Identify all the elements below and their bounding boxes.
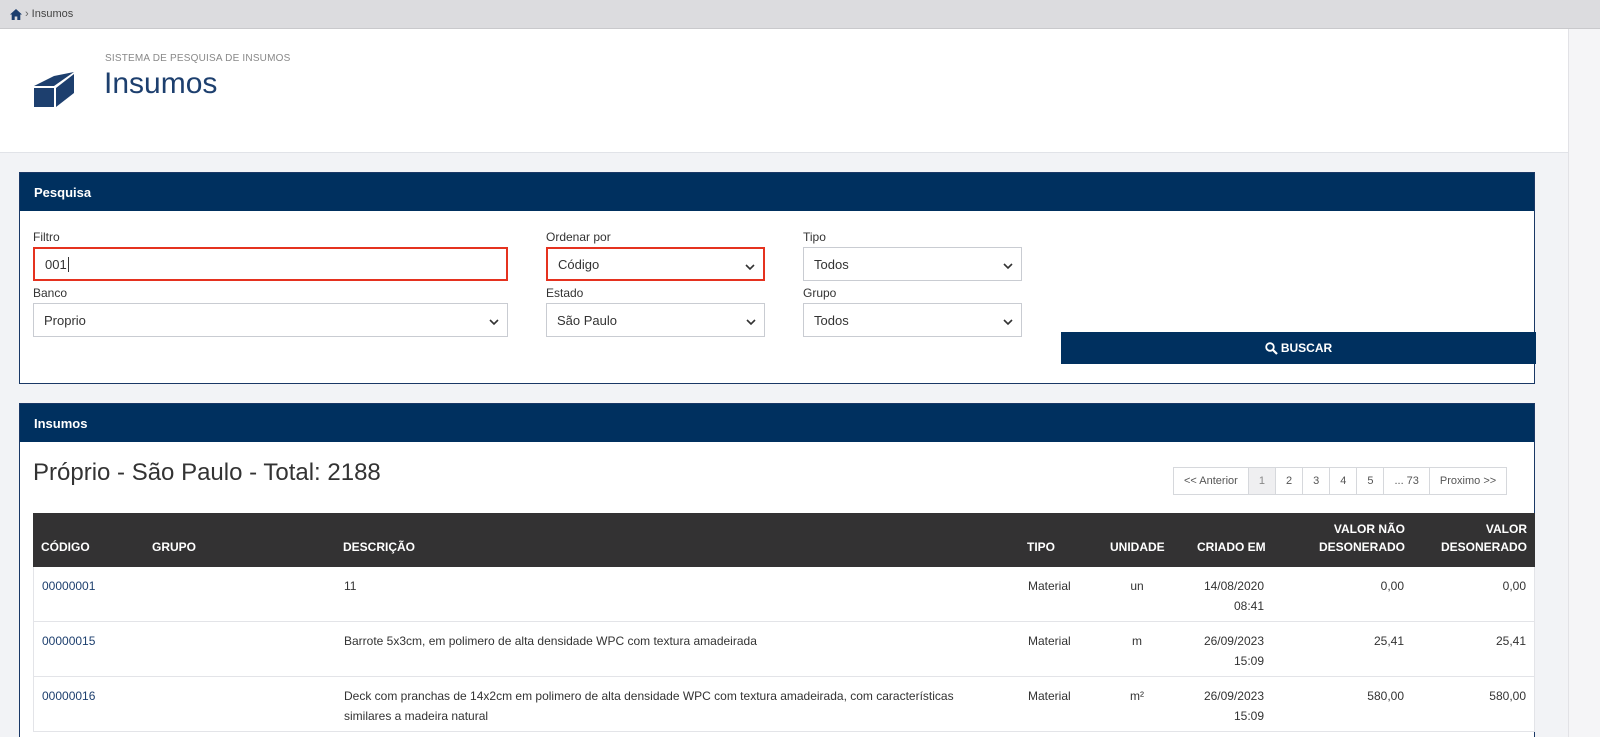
col-codigo[interactable]: CÓDIGO [41, 538, 90, 556]
banco-label: Banco [33, 286, 68, 300]
row-criado-data: 26/09/2023 [1203, 689, 1264, 703]
text-caret [67, 256, 69, 272]
page-3[interactable]: 3 [1302, 468, 1329, 494]
row-valor-desonerado: 0,00 [1502, 579, 1526, 593]
page-header: SISTEMA DE PESQUISA DE INSUMOS Insumos [0, 29, 1568, 153]
row-valor-desonerado: 580,00 [1489, 689, 1526, 703]
filtro-input[interactable]: 001 [33, 247, 508, 281]
ordenar-select[interactable]: Código [546, 247, 765, 281]
ordenar-label: Ordenar por [546, 230, 611, 244]
search-panel: Pesquisa Filtro 001 Ordenar por Código T… [19, 172, 1536, 384]
results-panel-title: Insumos [20, 404, 1534, 442]
filtro-value: 001 [45, 256, 67, 272]
grupo-select[interactable]: Todos [803, 303, 1022, 337]
col-grupo[interactable]: GRUPO [152, 538, 196, 556]
row-codigo[interactable]: 00000001 [42, 576, 95, 596]
chevron-down-icon [1003, 259, 1013, 270]
row-criado-hora: 08:41 [1233, 599, 1264, 613]
row-descricao: Deck com pranchas de 14x2cm em polimero … [344, 689, 954, 723]
row-tipo: Material [1028, 579, 1071, 593]
col-descricao[interactable]: DESCRIÇÃO [343, 538, 415, 556]
table-row: 00000001 11 Material un 14/08/2020 08:41 … [33, 567, 1535, 622]
chevron-down-icon [745, 260, 755, 271]
page-scrollbar[interactable] [1568, 29, 1600, 737]
row-criado-hora: 15:09 [1233, 709, 1264, 723]
table-row: 00000016 Deck com pranchas de 14x2cm em … [33, 677, 1535, 732]
chevron-down-icon [746, 315, 756, 326]
col-valor-nao-desonerado[interactable]: VALOR NÃO DESONERADO [1295, 520, 1405, 556]
results-summary: Próprio - São Paulo - Total: 2188 [33, 459, 381, 486]
ordenar-value: Código [558, 256, 600, 272]
row-codigo[interactable]: 00000016 [42, 686, 95, 706]
row-criado: 26/09/2023 15:09 [1184, 631, 1264, 671]
chevron-down-icon [489, 315, 499, 326]
row-criado: 14/08/2020 08:41 [1184, 576, 1264, 616]
table-header: CÓDIGO GRUPO DESCRIÇÃO TIPO UNIDADE CRIA… [33, 513, 1535, 567]
pagination: << Anterior 1 2 3 4 5 ... 73 Proximo >> [1173, 467, 1508, 495]
page-last[interactable]: ... 73 [1383, 468, 1428, 494]
estado-select[interactable]: São Paulo [546, 303, 765, 337]
breadcrumb: › Insumos [0, 0, 1600, 29]
row-descricao: Barrote 5x3cm, em polimero de alta densi… [344, 634, 757, 648]
search-panel-title: Pesquisa [20, 173, 1534, 211]
row-criado: 26/09/2023 15:09 [1184, 686, 1264, 726]
results-panel: Insumos Próprio - São Paulo - Total: 218… [19, 403, 1535, 737]
breadcrumb-current: Insumos [31, 8, 74, 20]
insumos-table: CÓDIGO GRUPO DESCRIÇÃO TIPO UNIDADE CRIA… [33, 513, 1535, 732]
row-valor-nao-desonerado: 0,00 [1380, 579, 1404, 593]
grupo-value: Todos [814, 312, 849, 328]
page-1[interactable]: 1 [1247, 468, 1275, 494]
banco-value: Proprio [44, 312, 86, 328]
row-codigo[interactable]: 00000015 [42, 631, 95, 651]
col-unidade[interactable]: UNIDADE [1110, 538, 1165, 556]
table-row: 00000015 Barrote 5x3cm, em polimero de a… [33, 622, 1535, 677]
row-criado-data: 26/09/2023 [1203, 634, 1264, 648]
banco-select[interactable]: Proprio [33, 303, 508, 337]
row-tipo: Material [1028, 634, 1071, 648]
row-valor-desonerado: 25,41 [1495, 634, 1526, 648]
row-criado-hora: 15:09 [1233, 654, 1264, 668]
col-valor-desonerado[interactable]: VALOR DESONERADO [1437, 520, 1527, 556]
row-criado-data: 14/08/2020 [1203, 579, 1264, 593]
buscar-button[interactable]: BUSCAR [1061, 332, 1536, 364]
row-tipo: Material [1028, 689, 1071, 703]
row-unidade: m² [1130, 689, 1144, 703]
estado-label: Estado [546, 286, 584, 300]
home-icon[interactable] [10, 8, 22, 20]
buscar-label: BUSCAR [1280, 341, 1333, 355]
row-unidade: m [1132, 634, 1142, 648]
row-valor-nao-desonerado: 580,00 [1367, 689, 1404, 703]
page-title: Insumos [104, 67, 218, 100]
col-criado[interactable]: CRIADO EM [1197, 538, 1266, 556]
grupo-label: Grupo [803, 286, 837, 300]
filtro-label: Filtro [33, 230, 60, 244]
tipo-select[interactable]: Todos [803, 247, 1022, 281]
estado-value: São Paulo [557, 312, 617, 328]
page-4[interactable]: 4 [1329, 468, 1356, 494]
cube-icon [32, 69, 76, 109]
tipo-label: Tipo [803, 230, 826, 244]
row-valor-nao-desonerado: 25,41 [1373, 634, 1404, 648]
page-subtitle: SISTEMA DE PESQUISA DE INSUMOS [105, 53, 291, 64]
row-descricao: 11 [344, 579, 357, 593]
search-icon [1265, 341, 1278, 355]
col-tipo[interactable]: TIPO [1027, 538, 1055, 556]
page-next[interactable]: Proximo >> [1428, 468, 1506, 494]
page-5[interactable]: 5 [1356, 468, 1383, 494]
tipo-value: Todos [814, 256, 849, 272]
page-prev[interactable]: << Anterior [1174, 468, 1248, 494]
breadcrumb-separator-icon: › [25, 8, 29, 20]
chevron-down-icon [1003, 315, 1013, 326]
row-unidade: un [1130, 579, 1144, 593]
page-2[interactable]: 2 [1274, 468, 1302, 494]
